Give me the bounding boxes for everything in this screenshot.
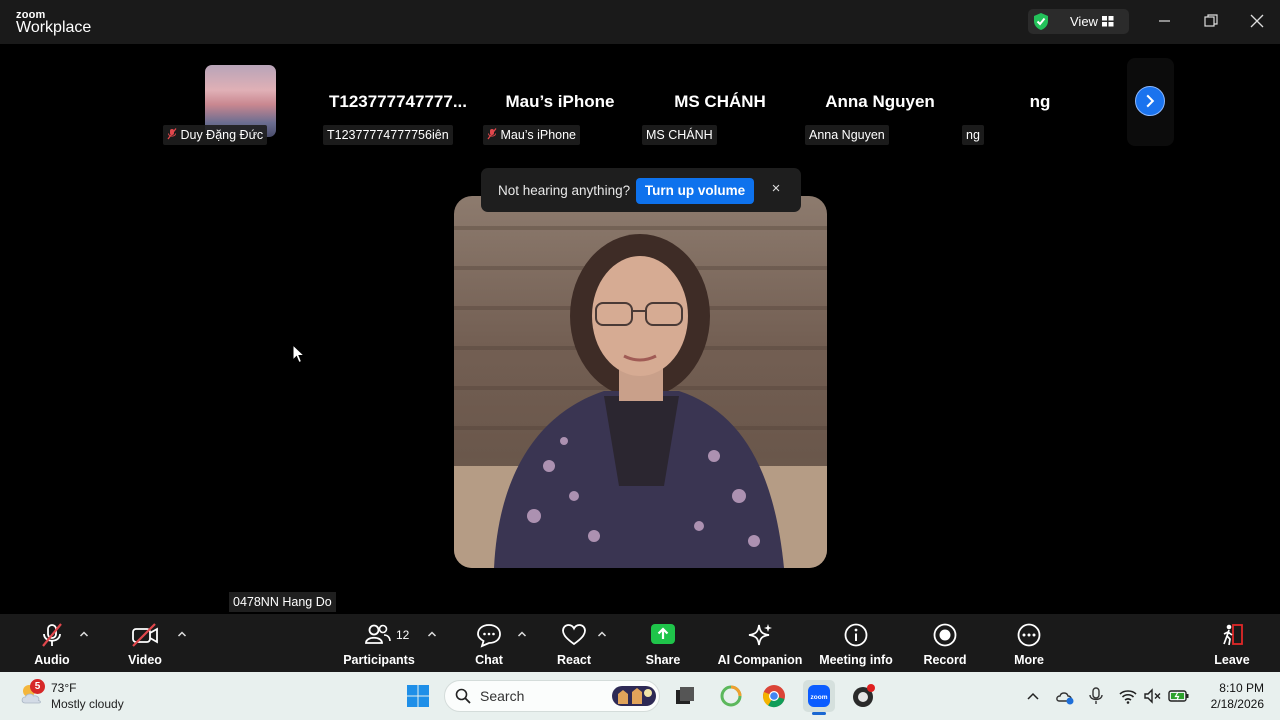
share-button[interactable]: Share (638, 620, 688, 670)
mic-muted-icon (167, 128, 177, 140)
participant-name: Anna Nguyen (825, 92, 935, 111)
chevron-right-icon[interactable] (1135, 86, 1165, 116)
show-hidden-icons-chevron-up-icon[interactable] (1025, 688, 1041, 704)
react-options-chevron-up-icon[interactable] (597, 629, 607, 639)
video-button[interactable]: Video (115, 620, 175, 670)
participant-tile[interactable]: MS CHÁNH MS CHÁNH (642, 58, 795, 146)
sparkle-ai-icon (748, 624, 772, 646)
react-button[interactable]: React (549, 620, 599, 670)
turn-up-volume-button[interactable]: Turn up volume (636, 178, 754, 204)
participant-label: ng (962, 125, 984, 145)
onedrive-sync-icon[interactable] (1055, 686, 1075, 706)
wifi-icon[interactable] (1118, 686, 1138, 706)
clock-time[interactable]: 8:10 PM (1212, 681, 1264, 695)
mouse-cursor-icon (292, 344, 306, 364)
participant-label: Mau’s iPhone (483, 125, 580, 145)
weather-notification-badge: 5 (30, 679, 45, 694)
participant-label: Duy Đặng Đức (163, 125, 268, 145)
weather-temperature[interactable]: 73°F (51, 681, 76, 695)
chrome-icon[interactable] (762, 684, 786, 708)
audio-options-chevron-up-icon[interactable] (79, 629, 89, 639)
mic-muted-icon (487, 128, 497, 140)
search-highlight-illustration-icon (612, 686, 656, 706)
task-view-icon[interactable] (673, 684, 697, 708)
search-icon (455, 688, 471, 704)
active-speaker-video[interactable] (454, 196, 827, 568)
participant-label: Anna Nguyen (805, 125, 889, 145)
participant-name: Mau’s iPhone (505, 92, 615, 111)
battery-charging-icon[interactable] (1168, 686, 1190, 706)
participant-name: T123777747777... (328, 92, 467, 111)
gallery-strip: Duy Đặng Đức T123777747777... T123777747… (145, 58, 1175, 146)
ai-companion-button[interactable]: AI Companion (716, 620, 804, 670)
participant-tile[interactable]: T123777747777... T12377774777756iên (323, 58, 473, 146)
participant-tile[interactable]: Anna Nguyen Anna Nguyen (805, 58, 955, 146)
heart-react-icon (562, 624, 586, 646)
more-button[interactable]: More (1004, 620, 1054, 670)
record-button[interactable]: Record (918, 620, 972, 670)
microphone-in-use-icon[interactable] (1086, 686, 1106, 706)
share-screen-icon (651, 624, 675, 644)
participant-label: T12377774777756iên (323, 125, 453, 145)
close-window-icon[interactable] (1248, 12, 1266, 30)
chat-button[interactable]: Chat (464, 620, 514, 670)
shield-icon[interactable] (1032, 12, 1050, 31)
video-options-chevron-up-icon[interactable] (177, 629, 187, 639)
mic-muted-icon (42, 623, 62, 647)
obs-studio-icon[interactable] (851, 684, 875, 708)
record-icon (933, 623, 957, 647)
restore-icon[interactable] (1202, 12, 1220, 30)
participants-icon (365, 624, 391, 644)
chat-options-chevron-up-icon[interactable] (517, 629, 527, 639)
brand-logo-workplace: Workplace (16, 19, 92, 36)
gallery-grid-icon (1102, 16, 1114, 27)
leave-door-icon (1223, 624, 1243, 646)
more-dots-icon (1017, 623, 1041, 647)
participant-tile[interactable]: ng ng (962, 58, 1115, 146)
chat-icon (477, 624, 501, 648)
participants-options-chevron-up-icon[interactable] (427, 629, 437, 639)
participant-label: MS CHÁNH (642, 125, 717, 145)
copilot-app-icon[interactable] (719, 684, 743, 708)
speaker-video-frame (454, 226, 827, 568)
zoom-app-icon[interactable]: zoom (807, 684, 831, 708)
participant-name: MS CHÁNH (674, 92, 766, 111)
info-icon (844, 623, 868, 647)
weather-description[interactable]: Mostly cloudy (51, 697, 124, 711)
audio-button[interactable]: Audio (22, 620, 82, 670)
svg-text:zoom: zoom (811, 694, 828, 701)
active-speaker-label: 0478NN Hang Do (229, 592, 336, 612)
zoom-active-indicator (812, 712, 826, 715)
toast-close-button[interactable]: × (768, 180, 784, 200)
participants-count: 12 (396, 628, 410, 642)
meeting-info-button[interactable]: Meeting info (816, 620, 896, 670)
windows-start-icon[interactable] (406, 684, 430, 708)
view-label: View (1070, 14, 1098, 29)
leave-button[interactable]: Leave (1208, 620, 1256, 670)
participant-name: ng (1029, 92, 1051, 111)
clock-date[interactable]: 2/18/2026 (1200, 697, 1264, 711)
participant-tile[interactable]: Mau’s iPhone Mau’s iPhone (483, 58, 635, 146)
participant-tile[interactable]: Duy Đặng Đức (145, 58, 295, 146)
speaker-muted-icon[interactable] (1142, 686, 1162, 706)
minimize-icon[interactable] (1156, 12, 1174, 30)
search-placeholder: Search (480, 688, 525, 704)
video-off-icon (132, 623, 158, 647)
toast-message: Not hearing anything? (498, 183, 631, 198)
